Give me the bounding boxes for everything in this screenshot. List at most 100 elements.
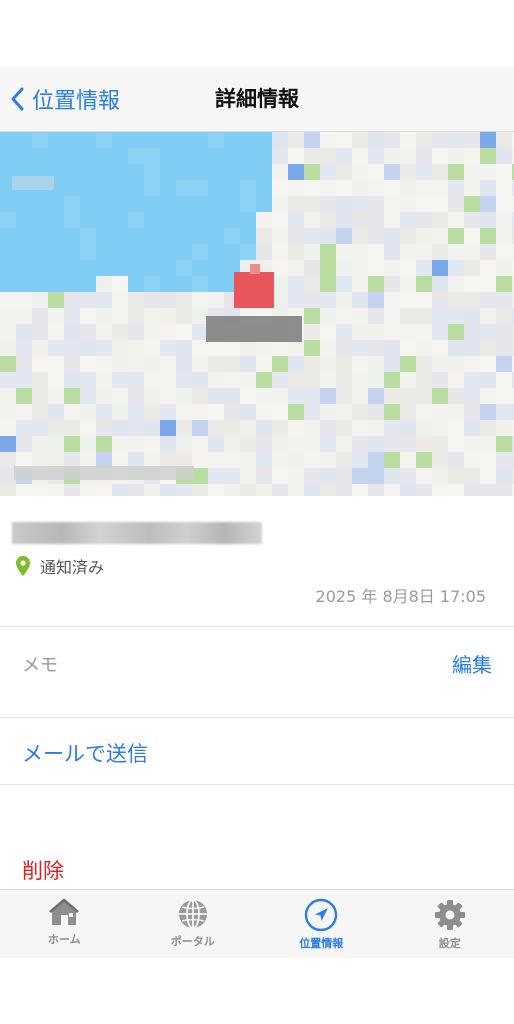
map-tile — [112, 164, 128, 180]
map-tile — [64, 436, 80, 452]
map-tile — [144, 164, 160, 180]
map-tile — [368, 404, 384, 420]
map-tile — [240, 420, 256, 436]
map-tile — [208, 484, 224, 496]
map-tile — [160, 420, 176, 436]
map-tile — [432, 164, 448, 180]
map-tile — [384, 324, 400, 340]
map-tile — [480, 404, 496, 420]
map-tile — [304, 180, 320, 196]
map-tile — [352, 244, 368, 260]
map-tile — [256, 180, 272, 196]
map-tile — [160, 356, 176, 372]
map-tile — [176, 404, 192, 420]
map-tile — [416, 164, 432, 180]
map-tile — [176, 212, 192, 228]
map-tile — [128, 324, 144, 340]
map-tile — [144, 420, 160, 436]
map-tile — [368, 356, 384, 372]
map-tile — [304, 228, 320, 244]
map-tile — [416, 132, 432, 148]
map-tile — [368, 436, 384, 452]
edit-button[interactable]: 編集 — [452, 649, 492, 678]
map-tile — [96, 372, 112, 388]
map-tile — [176, 132, 192, 148]
map-tile — [288, 164, 304, 180]
tab-portal[interactable]: ポータル — [129, 890, 258, 958]
map-tile — [432, 260, 448, 276]
map-tile — [128, 372, 144, 388]
map-tile — [384, 436, 400, 452]
map-location-pin-top — [250, 264, 260, 274]
map-tile — [480, 228, 496, 244]
map-tile — [256, 196, 272, 212]
map-tile — [384, 404, 400, 420]
map-tile — [496, 260, 512, 276]
map-tile — [48, 276, 64, 292]
map-tile — [192, 260, 208, 276]
delete-button[interactable]: 削除 — [22, 855, 64, 885]
tab-home[interactable]: ホーム — [0, 890, 129, 958]
map-tile — [384, 468, 400, 484]
map-tile — [352, 404, 368, 420]
map-tile — [288, 148, 304, 164]
map-tile — [192, 292, 208, 308]
map-tile — [352, 388, 368, 404]
map-tile — [128, 132, 144, 148]
map-tile — [496, 164, 512, 180]
map-tile — [464, 484, 480, 496]
map-view[interactable] — [0, 132, 514, 496]
map-tile — [336, 356, 352, 372]
map-tile — [448, 228, 464, 244]
tab-location[interactable]: 位置情報 — [257, 890, 386, 958]
map-tile — [496, 420, 512, 436]
tab-settings[interactable]: 設定 — [386, 890, 514, 958]
map-tile — [160, 260, 176, 276]
map-tile — [176, 228, 192, 244]
map-tile — [128, 260, 144, 276]
map-tile — [400, 420, 416, 436]
map-location-pin[interactable] — [234, 272, 274, 308]
map-tile — [496, 292, 512, 308]
map-tile — [48, 308, 64, 324]
map-tile — [176, 484, 192, 496]
map-tile — [416, 148, 432, 164]
map-tile — [96, 420, 112, 436]
map-tile — [320, 452, 336, 468]
map-tile — [432, 388, 448, 404]
map-tile — [304, 132, 320, 148]
map-tile — [48, 356, 64, 372]
map-tile — [304, 292, 320, 308]
map-tile — [256, 340, 272, 356]
map-tile — [368, 180, 384, 196]
map-tile — [256, 244, 272, 260]
map-tile — [48, 132, 64, 148]
map-tile — [272, 452, 288, 468]
map-tile — [192, 324, 208, 340]
map-tile — [480, 484, 496, 496]
send-mail-button[interactable]: メールで送信 — [22, 738, 148, 768]
map-tile — [16, 452, 32, 468]
map-tile — [368, 292, 384, 308]
map-tile — [256, 372, 272, 388]
map-tile — [48, 436, 64, 452]
map-tile — [368, 420, 384, 436]
map-tile — [416, 436, 432, 452]
map-tile — [496, 148, 512, 164]
map-tile — [96, 180, 112, 196]
map-tile — [32, 196, 48, 212]
map-tile — [304, 484, 320, 496]
map-tile — [176, 244, 192, 260]
map-tile — [0, 148, 16, 164]
map-tile — [0, 212, 16, 228]
map-tile — [48, 404, 64, 420]
map-tile — [144, 388, 160, 404]
map-tile — [464, 260, 480, 276]
map-tile — [48, 388, 64, 404]
map-tile — [224, 388, 240, 404]
map-tile — [64, 132, 80, 148]
map-tile — [128, 244, 144, 260]
tab-bar: ホーム ポータル 位置情報 設定 — [0, 889, 514, 958]
map-tile — [288, 388, 304, 404]
map-tile — [496, 372, 512, 388]
